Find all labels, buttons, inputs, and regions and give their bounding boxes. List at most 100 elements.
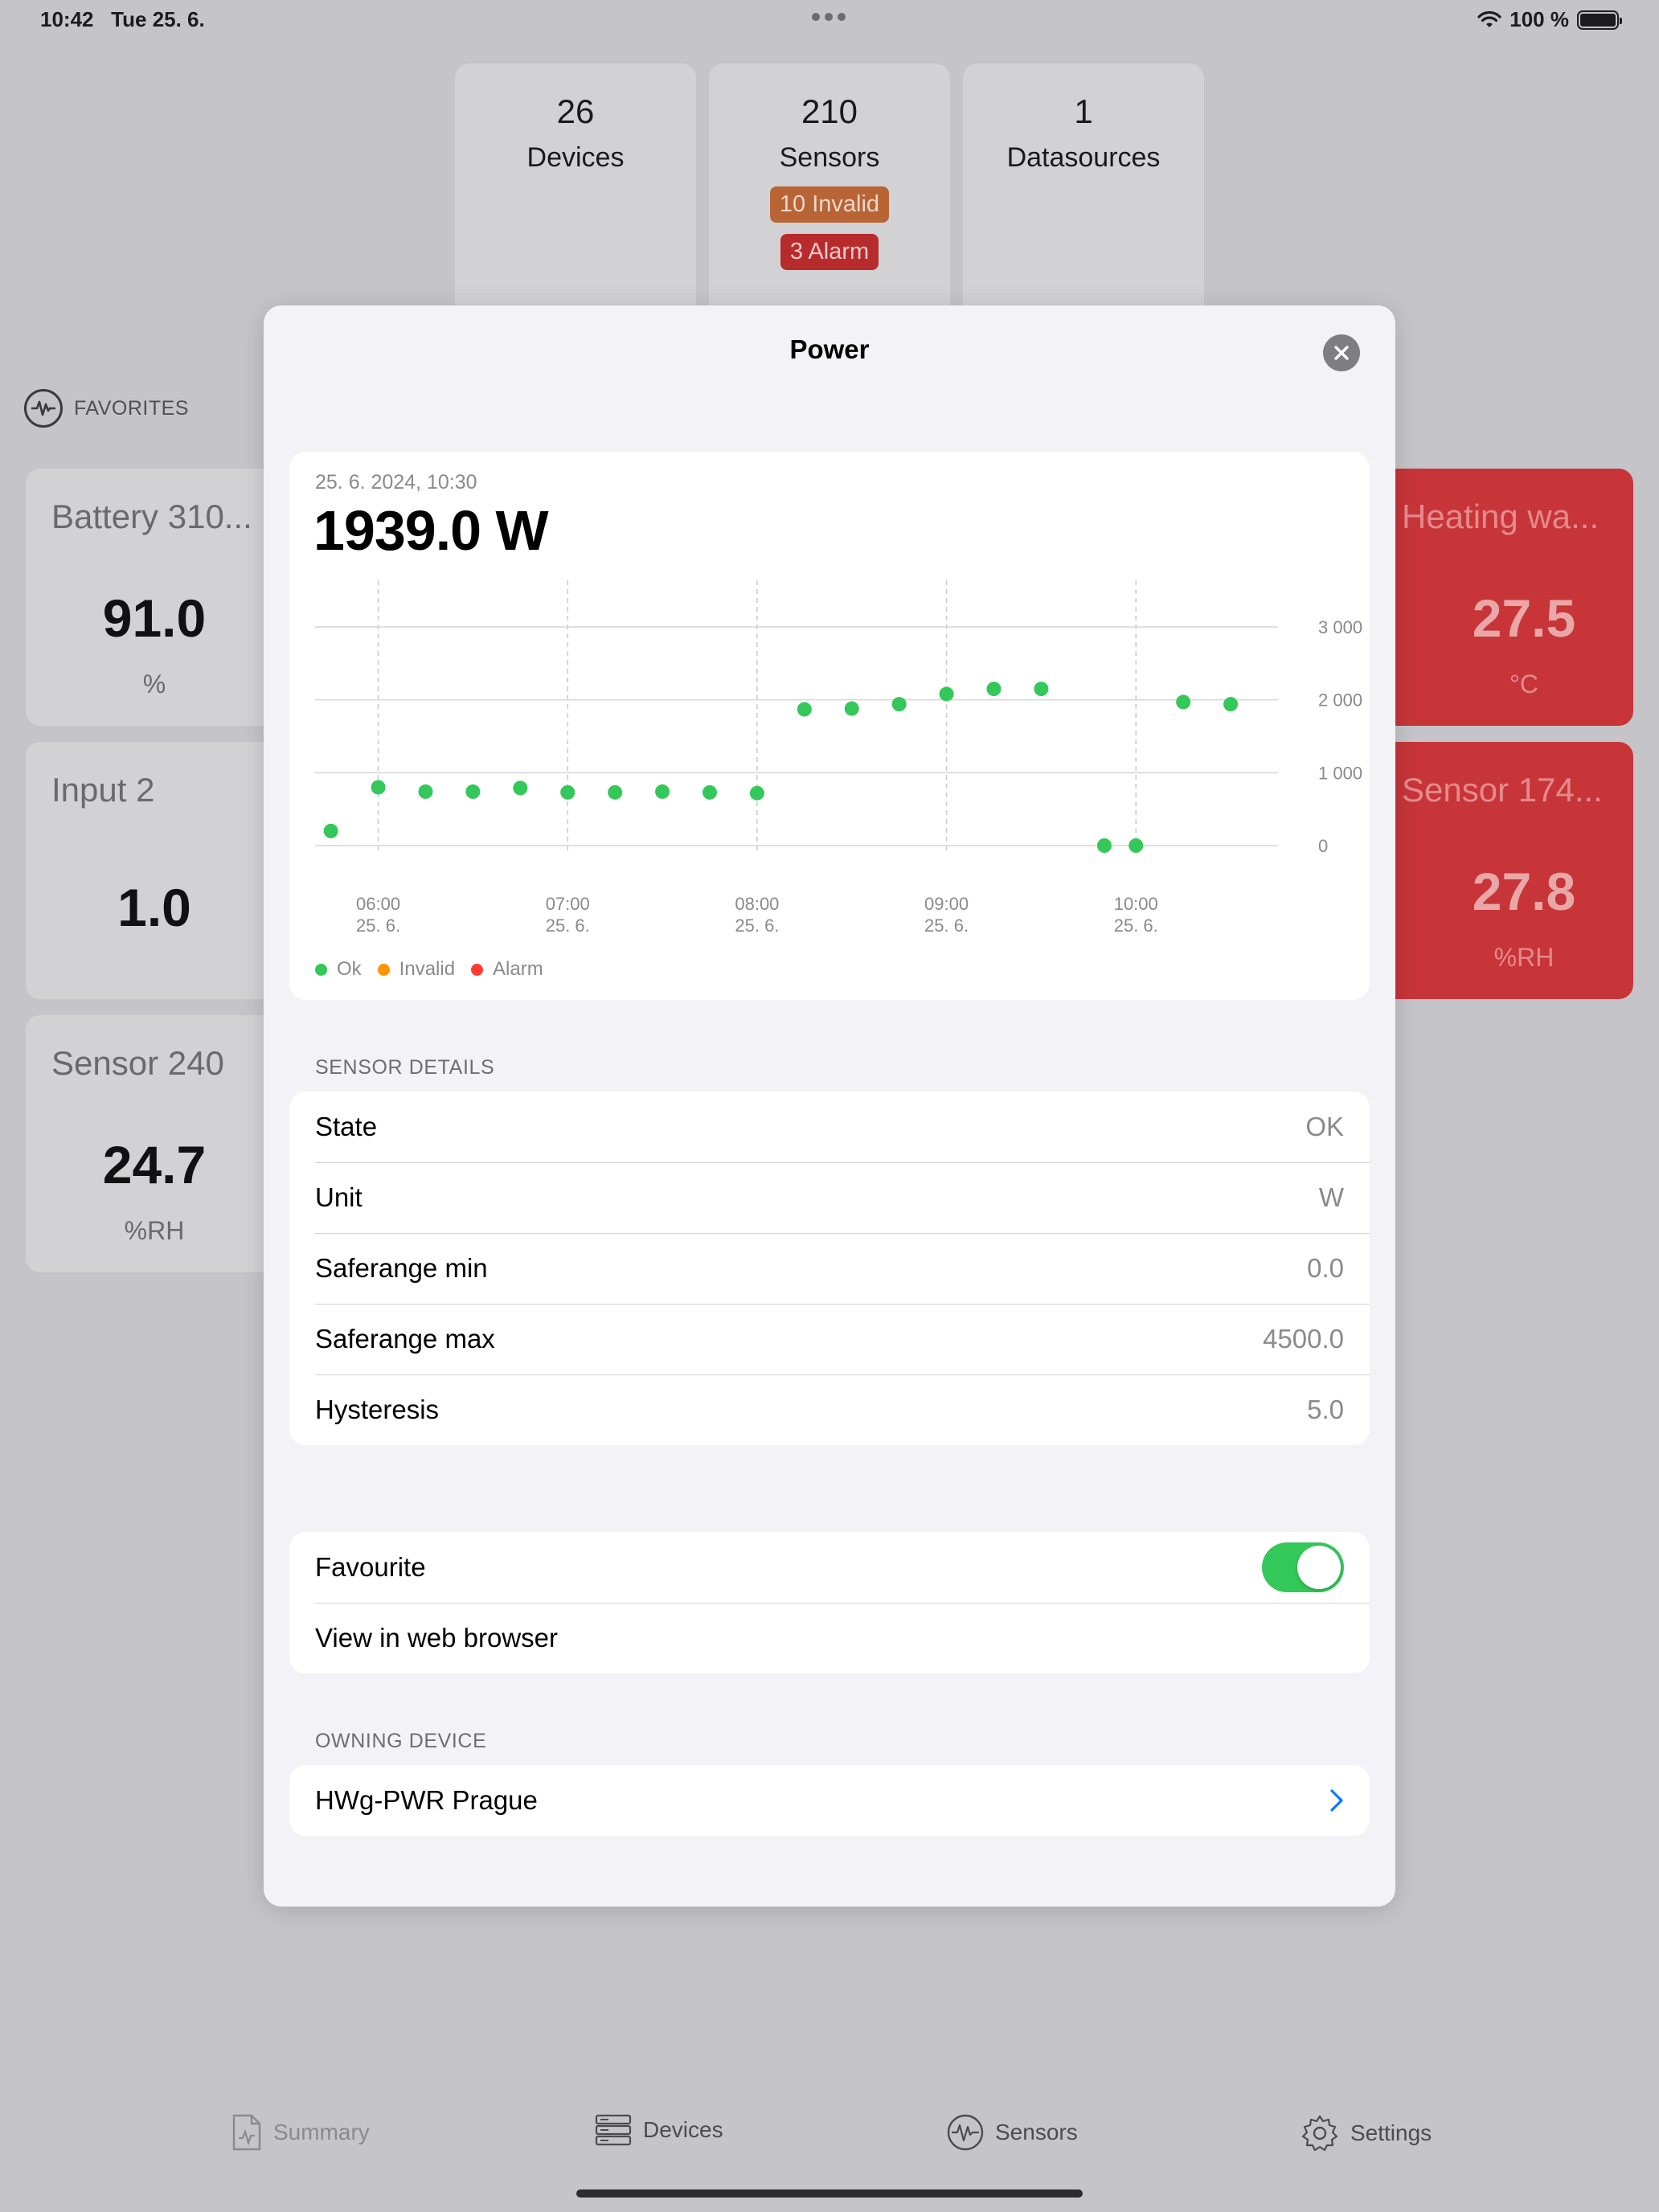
legend-ok: Ok (315, 958, 362, 981)
detail-row-saferange-min: Saferange min 0.0 (289, 1233, 1370, 1304)
tab-label: Settings (1350, 2120, 1432, 2145)
status-bar: 10:42 Tue 25. 6. 100 % (0, 0, 1659, 39)
legend-label: Alarm (493, 958, 543, 980)
tab-sensors[interactable]: Sensors (947, 2114, 1078, 2151)
web-browser-row[interactable]: View in web browser (289, 1603, 1370, 1673)
favorite-tile-alarm[interactable]: Sensor 174... 27.8 %RH (1376, 742, 1633, 999)
status-time: 10:42 Tue 25. 6. (40, 7, 205, 32)
x-tick-date: 25. 6. (1114, 916, 1158, 936)
data-point (1223, 697, 1239, 712)
clock: 10:42 (40, 7, 94, 31)
favorite-tile-alarm[interactable]: Heating wa... 27.5 °C (1376, 469, 1633, 726)
row-value: 5.0 (1307, 1395, 1344, 1424)
data-point (513, 780, 528, 796)
legend-alarm: Alarm (471, 958, 543, 981)
pulse-icon (24, 389, 63, 428)
data-point (1034, 682, 1049, 697)
owning-device-row[interactable]: HWg-PWR Prague (289, 1765, 1370, 1836)
x-tick-label: 06:00 (356, 894, 400, 914)
tab-label: Devices (643, 2117, 723, 2142)
row-value: W (1318, 1182, 1344, 1212)
view-in-web-browser-link[interactable]: View in web browser (315, 1623, 1344, 1653)
legend-label: Invalid (399, 958, 456, 980)
status-right: 100 % (1477, 7, 1622, 32)
tab-settings[interactable]: Settings (1301, 2114, 1432, 2153)
row-value: OK (1305, 1112, 1344, 1141)
data-point (939, 686, 954, 702)
chart-card: 25. 6. 2024, 10:30 1939.0 W 01 000 2 000 3… (289, 452, 1370, 1000)
data-point (749, 785, 764, 801)
data-point (418, 784, 433, 799)
favourite-row: Favourite (289, 1532, 1370, 1603)
favorite-tile[interactable]: Battery 310... 91.0 % (26, 469, 283, 726)
datasources-card[interactable]: 1 Datasources (963, 63, 1204, 329)
tile-unit: %RH (1493, 943, 1555, 972)
detail-row-state: State OK (289, 1092, 1370, 1162)
y-tick-label: 1 000 (1318, 763, 1362, 783)
row-label: Saferange max (315, 1324, 495, 1354)
data-point (608, 784, 623, 800)
data-point (1129, 838, 1144, 853)
devices-card[interactable]: 26 Devices (455, 63, 696, 329)
power-chart[interactable]: 01 0002 0003 00006:0025. 6.07:0025. 6.08… (289, 452, 1370, 1000)
battery-icon (1577, 10, 1622, 30)
battery-percent: 100 % (1509, 7, 1569, 31)
row-label: State (315, 1112, 378, 1141)
data-point (560, 784, 576, 800)
home-indicator[interactable] (576, 2189, 1083, 2198)
sensor-detail-sheet: Power 25. 6. 2024, 10:30 1939.0 W 01 000… (264, 305, 1395, 1907)
data-point (371, 780, 386, 795)
sheet-title: Power (789, 334, 870, 364)
tile-unit: %RH (124, 1216, 185, 1245)
tile-value: 27.8 (1472, 862, 1576, 921)
datasources-count: 1 (1074, 92, 1093, 130)
tile-unit: % (142, 670, 166, 698)
sensors-card[interactable]: 210 Sensors 10 Invalid 3 Alarm (709, 63, 950, 329)
legend-label: Ok (337, 958, 362, 980)
favorite-tile[interactable]: Sensor 240 24.7 %RH (26, 1015, 283, 1272)
favorites-label: FAVORITES (74, 396, 189, 420)
data-point (844, 701, 859, 716)
tab-devices[interactable]: Devices (595, 2114, 723, 2146)
multitasking-dots-icon[interactable] (812, 13, 846, 21)
datasources-label: Datasources (1006, 142, 1161, 173)
alarm-badge[interactable]: 3 Alarm (780, 234, 879, 270)
data-point (1096, 838, 1112, 853)
favorite-tile[interactable]: Input 2 1.0 (26, 742, 283, 999)
data-point (702, 784, 717, 800)
data-point (986, 682, 1002, 697)
tile-title: Input 2 (51, 771, 155, 809)
devices-label: Devices (526, 142, 625, 173)
row-value: 0.0 (1307, 1253, 1344, 1283)
x-tick-label: 07:00 (546, 894, 590, 914)
owning-device-link[interactable]: HWg-PWR Prague (315, 1785, 1329, 1816)
legend-invalid: Invalid (377, 958, 456, 981)
legend-dot (471, 963, 484, 976)
actions-list: Favourite View in web browser (289, 1532, 1370, 1673)
tab-label: Summary (273, 2120, 370, 2144)
favourite-toggle[interactable] (1262, 1542, 1344, 1592)
data-point (465, 784, 481, 799)
row-label: Unit (315, 1182, 363, 1212)
invalid-badge[interactable]: 10 Invalid (769, 186, 890, 223)
close-button[interactable] (1323, 334, 1360, 371)
owning-device-header: OWNING DEVICE (315, 1730, 487, 1752)
data-point (797, 702, 812, 717)
sensors-count: 210 (801, 92, 858, 130)
row-label: Saferange min (315, 1253, 488, 1283)
tab-bar: Summary Devices Sensors Settings (0, 2114, 1659, 2186)
legend-dot (315, 963, 327, 976)
data-point (1176, 694, 1191, 710)
sensors-pulse-icon (947, 2114, 984, 2151)
tab-summary[interactable]: Summary (231, 2114, 370, 2151)
tile-title: Sensor 174... (1402, 771, 1603, 809)
data-point (323, 823, 338, 838)
sensors-label: Sensors (779, 142, 880, 173)
owning-device-list: HWg-PWR Prague (289, 1765, 1370, 1836)
gear-icon (1301, 2115, 1338, 2152)
row-value: 4500.0 (1263, 1324, 1344, 1354)
y-tick-label: 3 000 (1318, 617, 1362, 637)
row-label: Hysteresis (315, 1395, 440, 1424)
x-tick-date: 25. 6. (356, 916, 400, 936)
data-point (891, 697, 907, 712)
